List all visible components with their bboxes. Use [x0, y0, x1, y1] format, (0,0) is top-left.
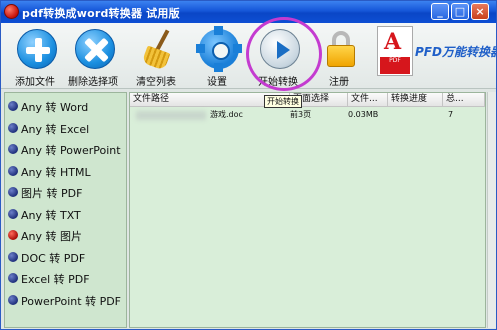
mode-label: 图片 转 PDF [21, 187, 83, 200]
clear-list-button[interactable]: 清空列表 [126, 27, 186, 88]
conversion-mode-list: Any 转 Word Any 转 Excel Any 转 PowerPoint … [4, 92, 127, 328]
highlight-circle [246, 17, 322, 91]
close-button[interactable]: × [471, 3, 489, 20]
pdf-logo: A PDF [377, 26, 413, 76]
mode-label: Any 转 Excel [21, 123, 90, 136]
table-row[interactable]: 游戏.doc 前3页 0.03MB 7 [130, 108, 485, 122]
radio-icon [8, 187, 18, 197]
radio-icon [8, 295, 18, 305]
cell-path: 游戏.doc [210, 110, 243, 119]
mode-any-to-excel[interactable]: Any 转 Excel [7, 119, 125, 139]
redacted-path [136, 111, 206, 120]
window-title: pdf转换成word转换器 试用版 [22, 7, 180, 20]
vertical-scrollbar[interactable] [487, 92, 496, 328]
gear-icon [196, 26, 242, 72]
header-progress[interactable]: 转换进度 [388, 93, 443, 107]
lock-icon [321, 29, 361, 69]
cell-pages: 前3页 [290, 110, 312, 119]
mode-image-to-pdf[interactable]: 图片 转 PDF [7, 183, 125, 203]
delete-selected-button[interactable]: 删除选择项 [63, 27, 123, 88]
header-file-size[interactable]: 文件... [348, 93, 388, 107]
radio-icon [8, 166, 18, 176]
cell-size: 0.03MB [348, 110, 379, 119]
cell-total: 7 [448, 110, 454, 119]
mode-any-to-image[interactable]: Any 转 图片 [7, 226, 125, 246]
mode-any-to-html[interactable]: Any 转 HTML [7, 162, 125, 182]
mode-label: Excel 转 PDF [21, 273, 90, 286]
mode-label: Any 转 TXT [21, 209, 81, 222]
title-bar: pdf转换成word转换器 试用版 _ □ × [1, 1, 496, 23]
radio-icon [8, 144, 18, 154]
mode-any-to-powerpoint[interactable]: Any 转 PowerPoint [7, 140, 125, 160]
maximize-button[interactable]: □ [451, 3, 469, 20]
mode-excel-to-pdf[interactable]: Excel 转 PDF [7, 269, 125, 289]
radio-icon [8, 273, 18, 283]
mode-label: Any 转 Word [21, 101, 89, 114]
file-list: 文件路径 页面选择 文件... 转换进度 总... 游戏.doc 前3页 0.0… [129, 92, 486, 328]
minimize-button[interactable]: _ [431, 3, 449, 20]
app-icon [4, 4, 19, 19]
mode-label: Any 转 图片 [21, 230, 82, 243]
mode-doc-to-pdf[interactable]: DOC 转 PDF [7, 248, 125, 268]
app-window: pdf转换成word转换器 试用版 _ □ × 添加文件 删除选择项 清空列表 [0, 0, 497, 330]
radio-icon [8, 252, 18, 262]
settings-button[interactable]: 设置 [187, 26, 247, 88]
delete-icon [75, 29, 115, 69]
radio-selected-icon [8, 230, 18, 240]
mode-any-to-word[interactable]: Any 转 Word [7, 97, 125, 117]
add-files-button[interactable]: 添加文件 [5, 27, 65, 88]
mode-label: Any 转 PowerPoint [21, 144, 121, 157]
radio-icon [8, 209, 18, 219]
acrobat-icon: A [384, 29, 402, 55]
pdf-logo-band: PDF [380, 57, 410, 74]
plus-icon [17, 29, 57, 69]
start-convert-tooltip: 开始转换 [264, 95, 302, 108]
header-total[interactable]: 总... [443, 93, 485, 107]
mode-powerpoint-to-pdf[interactable]: PowerPoint 转 PDF [7, 291, 125, 311]
radio-icon [8, 123, 18, 133]
mode-any-to-txt[interactable]: Any 转 TXT [7, 205, 125, 225]
radio-icon [8, 101, 18, 111]
broom-icon [138, 29, 178, 71]
mode-label: Any 转 HTML [21, 166, 91, 179]
brand-name: PFD万能转换器 [415, 45, 497, 59]
mode-label: PowerPoint 转 PDF [21, 295, 121, 308]
mode-label: DOC 转 PDF [21, 252, 86, 265]
delete-selected-label: 删除选择项 [68, 77, 118, 88]
